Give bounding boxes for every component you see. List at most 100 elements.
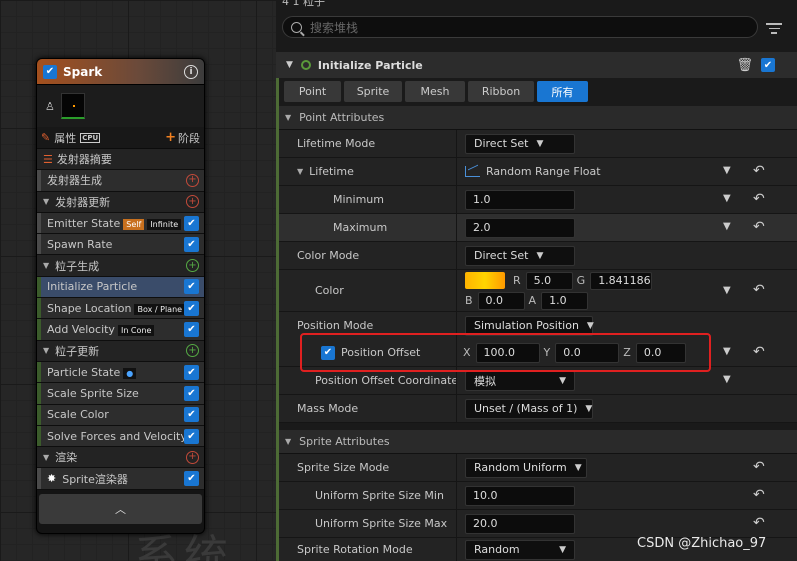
node-section-header[interactable]: ▼ 渲染 + bbox=[37, 447, 204, 469]
sprite-rotation-mode-dropdown[interactable]: Random ▼ bbox=[465, 539, 575, 560]
add-module-icon[interactable]: + bbox=[186, 344, 199, 358]
collapse-triangle-icon[interactable]: ▼ bbox=[286, 60, 293, 70]
reset-icon[interactable]: ↶ bbox=[753, 515, 765, 531]
module-item[interactable]: Emitter State Self Infinite ✔ bbox=[37, 212, 204, 235]
add-stage-button[interactable]: 阶段 bbox=[178, 130, 200, 146]
position-offset-x-input[interactable]: 100.0 bbox=[475, 342, 540, 363]
position-offset-coordinate-dropdown[interactable]: 模拟 ▼ bbox=[465, 370, 575, 391]
color-r-input[interactable]: 5.0 bbox=[525, 271, 573, 290]
node-section-header[interactable]: ▼ 发射器更新 + bbox=[37, 191, 204, 213]
color-swatch[interactable] bbox=[465, 272, 505, 289]
renderer-item[interactable]: ✸ Sprite渲染器 ✔ bbox=[37, 468, 204, 490]
color-a-input[interactable]: 1.0 bbox=[541, 291, 589, 310]
node-section-header[interactable]: ▼ 粒子生成 + bbox=[37, 255, 204, 277]
module-item[interactable]: Solve Forces and Velocity ✔ bbox=[37, 425, 204, 448]
sprite-size-mode-dropdown[interactable]: Random Uniform ▼ bbox=[465, 457, 587, 478]
maximum-input[interactable]: 2.0 bbox=[465, 217, 575, 238]
filter-mesh-button[interactable]: Mesh bbox=[405, 81, 465, 102]
reset-icon[interactable]: ↶ bbox=[753, 219, 765, 235]
module-item[interactable]: Spawn Rate ✔ bbox=[37, 234, 204, 256]
reset-icon[interactable]: ↶ bbox=[753, 459, 765, 475]
module-enable-checkbox[interactable]: ✔ bbox=[184, 322, 199, 338]
reset-icon[interactable]: ↶ bbox=[753, 282, 765, 298]
module-item[interactable]: Scale Color ✔ bbox=[37, 404, 204, 426]
position-offset-y-input[interactable]: 0.0 bbox=[555, 342, 620, 363]
filter-all-button[interactable]: 所有 bbox=[537, 81, 588, 102]
color-g-input[interactable]: 1.841186 bbox=[590, 271, 653, 290]
module-enable-checkbox[interactable]: ✔ bbox=[184, 279, 199, 295]
filter-point-button[interactable]: Point bbox=[284, 81, 341, 102]
axis-label: G bbox=[576, 274, 586, 287]
emitter-graph[interactable]: 系统 ✔ Spark i ♙ ✎ 属性 CPU + 阶段 ☰ 发射器摘要 发射器生成… bbox=[0, 0, 276, 561]
lifetime-mode-dropdown[interactable]: Direct Set ▼ bbox=[465, 133, 575, 154]
emitter-node[interactable]: ✔ Spark i ♙ ✎ 属性 CPU + 阶段 ☰ 发射器摘要 发射器生成 + ▼ 发… bbox=[36, 58, 205, 534]
module-enable-checkbox[interactable]: ✔ bbox=[184, 364, 199, 380]
chevron-down-icon[interactable]: ▼ bbox=[723, 221, 731, 232]
node-section-header[interactable]: ▼ 粒子更新 + bbox=[37, 340, 204, 362]
module-enable-checkbox[interactable]: ✔ bbox=[184, 385, 199, 401]
color-mode-dropdown[interactable]: Direct Set ▼ bbox=[465, 245, 575, 266]
module-enable-checkbox[interactable]: ✔ bbox=[184, 215, 199, 231]
lifetime-mode-row: Lifetime Mode Direct Set ▼ bbox=[279, 130, 797, 158]
add-module-icon[interactable]: + bbox=[186, 173, 199, 187]
collapse-triangle-icon[interactable]: ▼ bbox=[43, 453, 49, 462]
sprite-size-max-input[interactable]: 20.0 bbox=[465, 513, 575, 534]
emitter-summary-row[interactable]: ☰ 发射器摘要 bbox=[37, 149, 204, 171]
reset-icon[interactable]: ↶ bbox=[753, 344, 765, 360]
module-item[interactable]: Scale Sprite Size ✔ bbox=[37, 383, 204, 405]
chevron-down-icon[interactable]: ▼ bbox=[723, 193, 731, 204]
trash-icon[interactable]: 🗑 bbox=[736, 58, 753, 73]
filter-ribbon-button[interactable]: Ribbon bbox=[468, 81, 534, 102]
search-input[interactable]: 搜索堆栈 bbox=[282, 16, 758, 38]
chevron-down-icon[interactable]: ▼ bbox=[723, 165, 731, 176]
collapse-triangle-icon[interactable]: ▼ bbox=[297, 167, 303, 176]
row-label: 发射器生成 bbox=[47, 174, 102, 188]
section-label: 发射器更新 bbox=[55, 195, 111, 209]
module-item[interactable]: 发射器生成 + bbox=[37, 170, 204, 192]
minimum-input[interactable]: 1.0 bbox=[465, 189, 575, 210]
position-mode-dropdown[interactable]: Simulation Position ▼ bbox=[465, 315, 594, 336]
color-b-input[interactable]: 0.0 bbox=[477, 291, 525, 310]
collapse-node-button[interactable]: ︿ bbox=[39, 493, 202, 524]
lifetime-dynamic-input[interactable]: Random Range Float bbox=[486, 165, 601, 178]
add-stage-plus-icon[interactable]: + bbox=[165, 130, 176, 145]
filter-sprite-button[interactable]: Sprite bbox=[344, 81, 402, 102]
add-module-icon[interactable]: + bbox=[186, 450, 199, 464]
point-attributes-header[interactable]: ▼ Point Attributes bbox=[279, 106, 797, 130]
module-header[interactable]: ▼ Initialize Particle 🗑 ✔ bbox=[276, 52, 797, 78]
mass-mode-dropdown[interactable]: Unset / (Mass of 1) ▼ bbox=[465, 398, 593, 419]
module-enable-checkbox[interactable]: ✔ bbox=[184, 236, 199, 252]
collapse-triangle-icon[interactable]: ▼ bbox=[43, 346, 49, 355]
filter-icon[interactable] bbox=[766, 20, 782, 37]
position-mode-row: Position Mode Simulation Position ▼ bbox=[279, 312, 797, 339]
module-enable-checkbox[interactable]: ✔ bbox=[761, 58, 775, 72]
reset-icon[interactable]: ↶ bbox=[753, 163, 765, 179]
reset-icon[interactable]: ↶ bbox=[753, 487, 765, 503]
module-enable-checkbox[interactable]: ✔ bbox=[184, 300, 199, 316]
properties-tab[interactable]: 属性 bbox=[54, 130, 76, 146]
collapse-triangle-icon[interactable]: ▼ bbox=[43, 197, 49, 206]
module-enable-checkbox[interactable]: ✔ bbox=[184, 471, 199, 487]
sprite-size-min-input[interactable]: 10.0 bbox=[465, 485, 575, 506]
info-icon[interactable]: i bbox=[184, 64, 198, 79]
module-enable-checkbox[interactable]: ✔ bbox=[184, 407, 199, 423]
sprite-attributes-header[interactable]: ▼ Sprite Attributes bbox=[279, 430, 797, 454]
chevron-down-icon[interactable]: ▼ bbox=[723, 374, 731, 385]
position-offset-z-input[interactable]: 0.0 bbox=[635, 342, 686, 363]
module-item[interactable]: Shape Location Box / Plane ✔ bbox=[37, 298, 204, 320]
chevron-down-icon[interactable]: ▼ bbox=[723, 346, 731, 357]
module-enable-checkbox[interactable]: ✔ bbox=[184, 428, 199, 444]
module-item[interactable]: Add Velocity In Cone ✔ bbox=[37, 319, 204, 341]
emitter-thumbnail[interactable] bbox=[60, 93, 85, 119]
chevron-down-icon[interactable]: ▼ bbox=[723, 285, 731, 296]
emitter-enable-checkbox[interactable]: ✔ bbox=[43, 64, 57, 79]
add-module-icon[interactable]: + bbox=[186, 195, 199, 209]
module-item[interactable]: Particle State ● ✔ bbox=[37, 361, 204, 384]
node-header[interactable]: ✔ Spark i bbox=[37, 59, 204, 85]
collapse-triangle-icon[interactable]: ▼ bbox=[43, 261, 49, 270]
add-module-icon[interactable]: + bbox=[186, 259, 199, 273]
position-offset-checkbox[interactable]: ✔ bbox=[321, 345, 335, 360]
reset-icon[interactable]: ↶ bbox=[753, 191, 765, 207]
property-label: ✔ Position Offset bbox=[279, 339, 457, 366]
module-item[interactable]: Initialize Particle ✔ bbox=[37, 276, 204, 299]
